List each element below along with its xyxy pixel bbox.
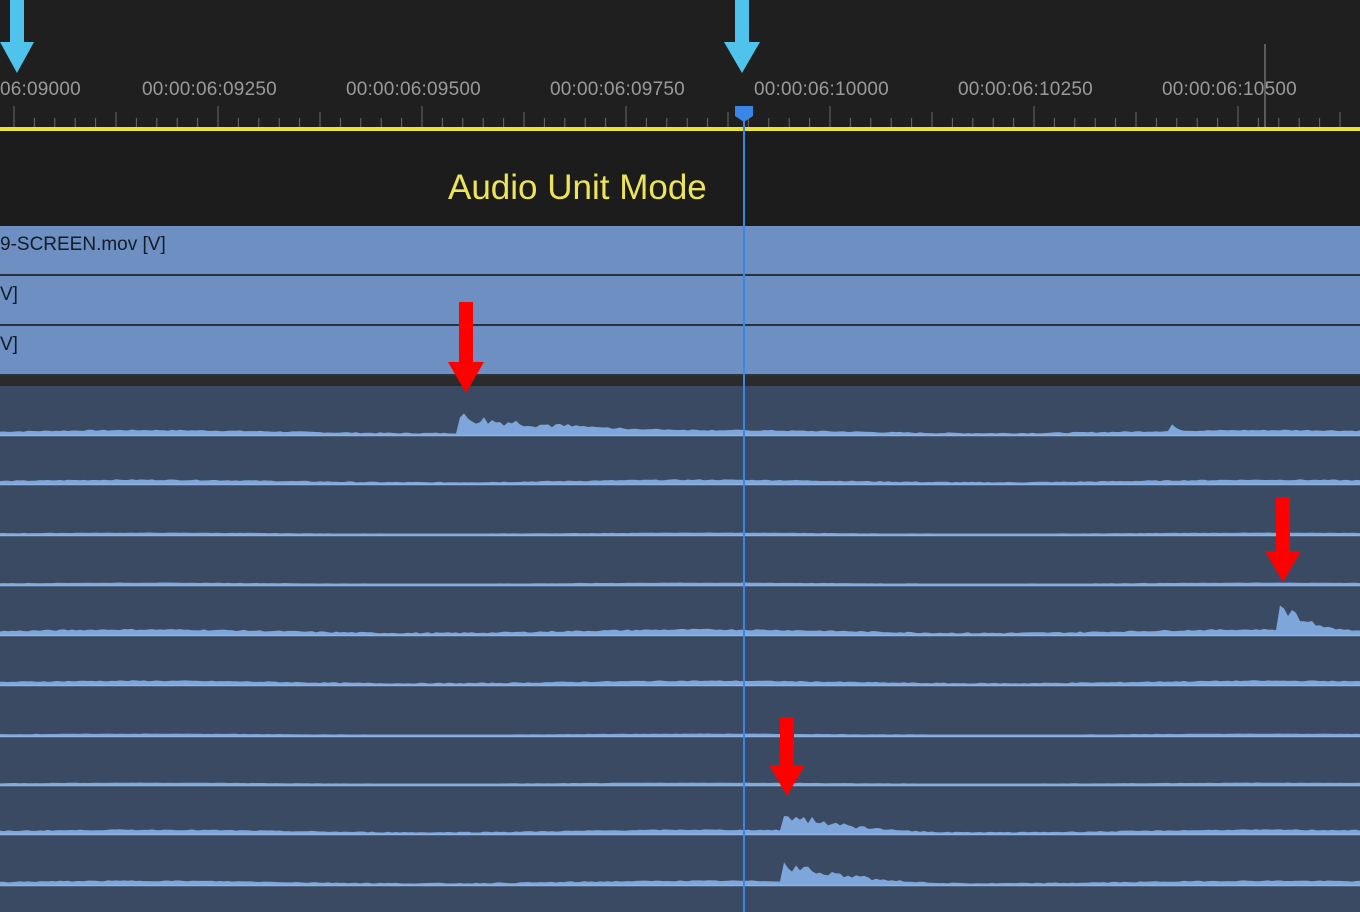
red-down-arrow-icon (1265, 497, 1301, 582)
video-clip[interactable]: V] (0, 326, 1360, 376)
video-clip[interactable]: V] (0, 276, 1360, 326)
audio-tracks[interactable] (0, 386, 1360, 912)
video-clip-label: 9-SCREEN.mov [V] (0, 234, 166, 255)
track-divider (0, 376, 1360, 386)
mode-label: Audio Unit Mode (448, 168, 707, 207)
video-clip[interactable]: 9-SCREEN.mov [V] (0, 226, 1360, 276)
red-down-arrow-icon (769, 717, 805, 796)
video-clip-label: V] (0, 334, 18, 355)
playhead-line[interactable] (743, 116, 745, 912)
video-clip-label: V] (0, 284, 18, 305)
down-arrow-marker-icon (0, 0, 34, 73)
red-down-arrow-icon (448, 302, 484, 393)
playhead-handle-icon[interactable] (734, 105, 754, 123)
audio-waveforms (0, 413, 1360, 887)
down-arrow-marker-icon (724, 0, 760, 73)
ruler-ticks (13, 44, 1341, 127)
time-ruler[interactable]: 06:09000 00:00:06:09250 00:00:06:09500 0… (0, 0, 1360, 131)
